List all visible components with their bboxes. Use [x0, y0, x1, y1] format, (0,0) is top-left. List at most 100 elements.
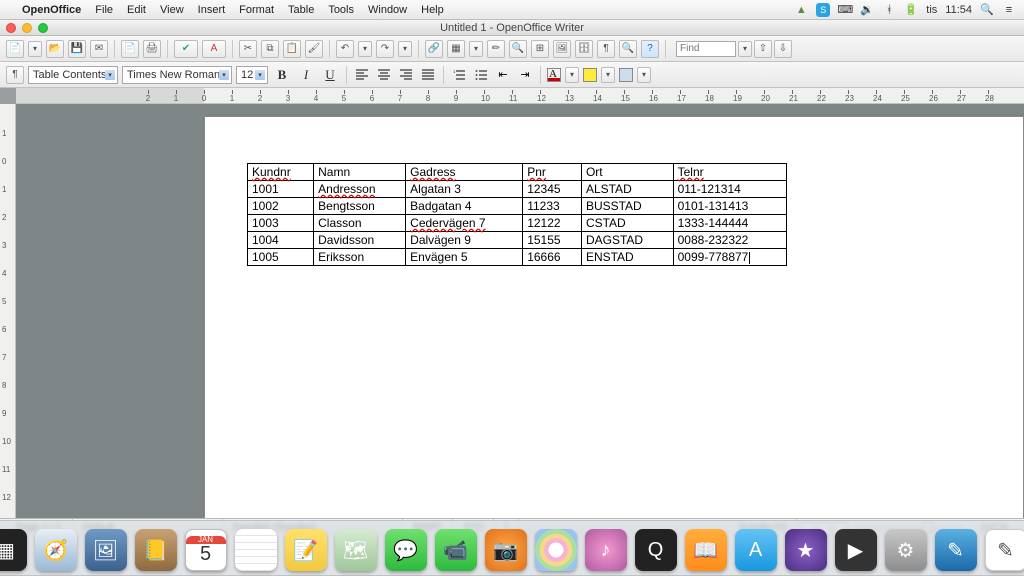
- table-cell[interactable]: Badgatan 4: [406, 198, 523, 215]
- format-paint-button[interactable]: 🖌: [305, 40, 323, 58]
- font-color-button[interactable]: [547, 68, 561, 82]
- paste-button[interactable]: 📋: [283, 40, 301, 58]
- zoom-window-button[interactable]: [38, 23, 48, 33]
- clock-day[interactable]: tis: [926, 4, 937, 16]
- table-header-cell[interactable]: Pnr: [523, 164, 582, 181]
- table-cell[interactable]: 1005: [248, 249, 314, 266]
- spellcheck-button[interactable]: ✔: [174, 40, 198, 58]
- dock-itunes-icon[interactable]: ♪: [585, 529, 627, 571]
- new-doc-dropdown[interactable]: ▾: [28, 41, 42, 57]
- dock-quicksilver-icon[interactable]: Q: [635, 529, 677, 571]
- table-cell[interactable]: BUSSTAD: [581, 198, 673, 215]
- italic-button[interactable]: I: [296, 66, 316, 84]
- table-row[interactable]: 1001AndressonAlgatan 312345ALSTAD011-121…: [248, 181, 787, 198]
- dock-textedit-icon[interactable]: ✎: [985, 529, 1024, 571]
- find-replace-button[interactable]: 🔍: [509, 40, 527, 58]
- table-header-cell[interactable]: Telnr: [673, 164, 786, 181]
- table-cell[interactable]: CSTAD: [581, 215, 673, 232]
- hyperlink-button[interactable]: 🔗: [425, 40, 443, 58]
- table-header-cell[interactable]: Ort: [581, 164, 673, 181]
- highlight-button[interactable]: [583, 68, 597, 82]
- volume-icon[interactable]: 🔉: [860, 3, 874, 17]
- table-cell[interactable]: 12345: [523, 181, 582, 198]
- find-dropdown[interactable]: ▾: [738, 41, 752, 57]
- table-header-cell[interactable]: Kundnr: [248, 164, 314, 181]
- table-cell[interactable]: Classon: [314, 215, 406, 232]
- dock-messages-icon[interactable]: 💬: [385, 529, 427, 571]
- table-cell[interactable]: 15155: [523, 232, 582, 249]
- align-right-button[interactable]: [397, 66, 415, 84]
- redo-dropdown[interactable]: ▾: [398, 41, 412, 57]
- highlight-dropdown[interactable]: ▾: [601, 67, 615, 83]
- find-input[interactable]: [676, 41, 736, 57]
- new-doc-button[interactable]: 📄: [6, 40, 24, 58]
- minimize-window-button[interactable]: [22, 23, 32, 33]
- table-row[interactable]: 1005ErikssonEnvägen 516666ENSTAD0099-778…: [248, 249, 787, 266]
- navigator-button[interactable]: ⊞: [531, 40, 549, 58]
- horizontal-ruler[interactable]: 2101234567891011121314151617181920212223…: [16, 88, 1024, 104]
- datasources-button[interactable]: 🗄: [575, 40, 593, 58]
- table-cell[interactable]: 0088-232322: [673, 232, 786, 249]
- font-size-combo[interactable]: 12▾: [236, 66, 268, 84]
- table-cell[interactable]: ALSTAD: [581, 181, 673, 198]
- table-button[interactable]: ▦: [447, 40, 465, 58]
- table-cell[interactable]: 1003: [248, 215, 314, 232]
- battery-icon[interactable]: 🔋: [904, 3, 918, 17]
- table-dropdown[interactable]: ▾: [469, 41, 483, 57]
- font-color-dropdown[interactable]: ▾: [565, 67, 579, 83]
- dock-preview-icon[interactable]: 🖼: [85, 529, 127, 571]
- app-name[interactable]: OpenOffice: [22, 4, 81, 16]
- table-header-cell[interactable]: Namn: [314, 164, 406, 181]
- menu-tools[interactable]: Tools: [328, 4, 354, 16]
- dock-quicktime-icon[interactable]: ▶: [835, 529, 877, 571]
- table-cell[interactable]: 1002: [248, 198, 314, 215]
- copy-button[interactable]: ⧉: [261, 40, 279, 58]
- menu-help[interactable]: Help: [421, 4, 444, 16]
- dock-missioncontrol-icon[interactable]: ▦: [0, 529, 27, 571]
- skype-status-icon[interactable]: S: [816, 3, 830, 17]
- table-cell[interactable]: 12122: [523, 215, 582, 232]
- menu-insert[interactable]: Insert: [198, 4, 226, 16]
- table-cell[interactable]: 16666: [523, 249, 582, 266]
- page-content[interactable]: KundnrNamnGadressPnrOrtTelnr 1001Andress…: [205, 117, 1023, 312]
- dock-photos-icon[interactable]: [535, 529, 577, 571]
- dock-maps-icon[interactable]: 🗺: [335, 529, 377, 571]
- print-button[interactable]: 🖨: [143, 40, 161, 58]
- open-button[interactable]: 📂: [46, 40, 64, 58]
- menu-view[interactable]: View: [160, 4, 184, 16]
- dock-photobooth-icon[interactable]: 📷: [485, 529, 527, 571]
- page[interactable]: KundnrNamnGadressPnrOrtTelnr 1001Andress…: [204, 116, 1024, 518]
- dock-imovie-icon[interactable]: ★: [785, 529, 827, 571]
- increase-indent-button[interactable]: ⇥: [516, 66, 534, 84]
- nonprint-button[interactable]: ¶: [597, 40, 615, 58]
- spotlight-icon[interactable]: 🔍: [980, 3, 994, 17]
- table-cell[interactable]: Cedervägen 7: [406, 215, 523, 232]
- dock-notes-icon[interactable]: 📝: [285, 529, 327, 571]
- find-prev-button[interactable]: ⇧: [754, 40, 772, 58]
- keyboard-layout-icon[interactable]: ⌨︎: [838, 3, 852, 17]
- bluetooth-icon[interactable]: ᚼ: [882, 3, 896, 17]
- menu-file[interactable]: File: [95, 4, 113, 16]
- table-cell[interactable]: Dalvägen 9: [406, 232, 523, 249]
- notification-center-icon[interactable]: ≡: [1002, 3, 1016, 17]
- table-cell[interactable]: 1004: [248, 232, 314, 249]
- menu-edit[interactable]: Edit: [127, 4, 146, 16]
- font-name-combo[interactable]: Times New Roman▾: [122, 66, 232, 84]
- table-cell[interactable]: 1333-144444: [673, 215, 786, 232]
- paragraph-style-combo[interactable]: Table Contents▾: [28, 66, 118, 84]
- table-cell[interactable]: Bengtsson: [314, 198, 406, 215]
- menu-window[interactable]: Window: [368, 4, 407, 16]
- dock-ibooks-icon[interactable]: 📖: [685, 529, 727, 571]
- undo-button[interactable]: ↶: [336, 40, 354, 58]
- table-cell[interactable]: Andresson: [314, 181, 406, 198]
- zoom-button[interactable]: 🔍: [619, 40, 637, 58]
- underline-button[interactable]: U: [320, 66, 340, 84]
- numbering-button[interactable]: 1: [450, 66, 468, 84]
- dock-appstore-icon[interactable]: A: [735, 529, 777, 571]
- table-cell[interactable]: Envägen 5: [406, 249, 523, 266]
- export-pdf-button[interactable]: 📄: [121, 40, 139, 58]
- menu-format[interactable]: Format: [239, 4, 274, 16]
- bgcolor-dropdown[interactable]: ▾: [637, 67, 651, 83]
- clock-time[interactable]: 11:54: [945, 4, 972, 16]
- dock-contacts-icon[interactable]: 📒: [135, 529, 177, 571]
